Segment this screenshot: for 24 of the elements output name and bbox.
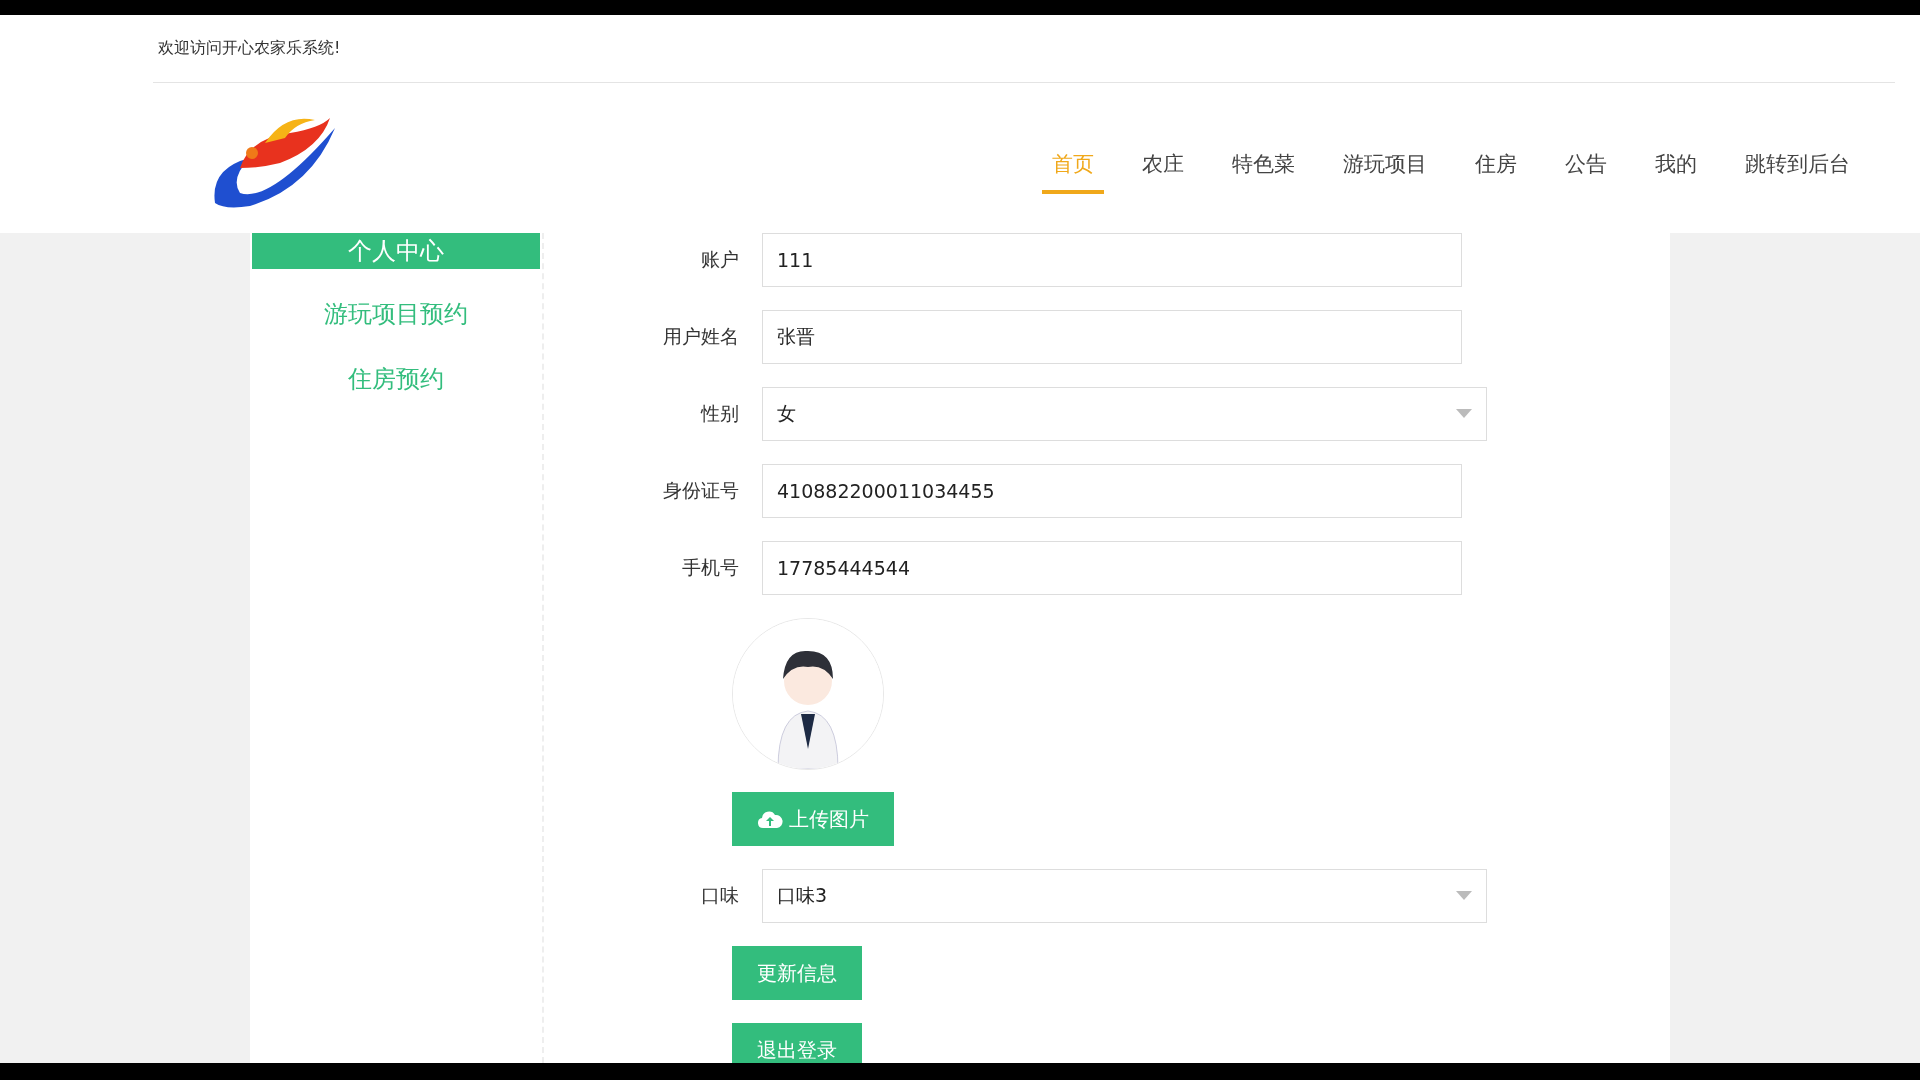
- caret-icon: [1456, 409, 1472, 419]
- nav-link[interactable]: 我的: [1645, 138, 1707, 194]
- field-label: 手机号: [681, 555, 739, 580]
- nav-link[interactable]: 农庄: [1132, 138, 1194, 194]
- welcome-text: 欢迎访问开心农家乐系统!: [157, 38, 341, 59]
- sidebar-title: 个人中心: [252, 233, 540, 269]
- input-field[interactable]: 111: [762, 233, 1462, 287]
- field-label: 口味: [700, 883, 739, 908]
- nav-link[interactable]: 跳转到后台: [1735, 138, 1860, 194]
- input-field[interactable]: 410882200011034455: [762, 464, 1462, 518]
- nav-link[interactable]: 游玩项目: [1333, 138, 1437, 194]
- field-label: 用户姓名: [662, 324, 739, 349]
- input-field[interactable]: 张晋: [762, 310, 1462, 364]
- select-field[interactable]: 口味3: [762, 869, 1487, 923]
- field-label: 身份证号: [662, 478, 739, 503]
- cloud-upload-icon: [757, 809, 783, 829]
- field-label: 性别: [699, 401, 739, 426]
- field-label: 账户: [700, 247, 739, 272]
- nav-link[interactable]: 公告: [1555, 138, 1617, 194]
- nav-link[interactable]: 住房: [1465, 138, 1527, 194]
- nav-link[interactable]: 特色菜: [1222, 138, 1305, 194]
- caret-icon: [1456, 891, 1472, 901]
- select-field[interactable]: 女: [762, 387, 1487, 441]
- input-field[interactable]: 17785444544: [762, 541, 1462, 595]
